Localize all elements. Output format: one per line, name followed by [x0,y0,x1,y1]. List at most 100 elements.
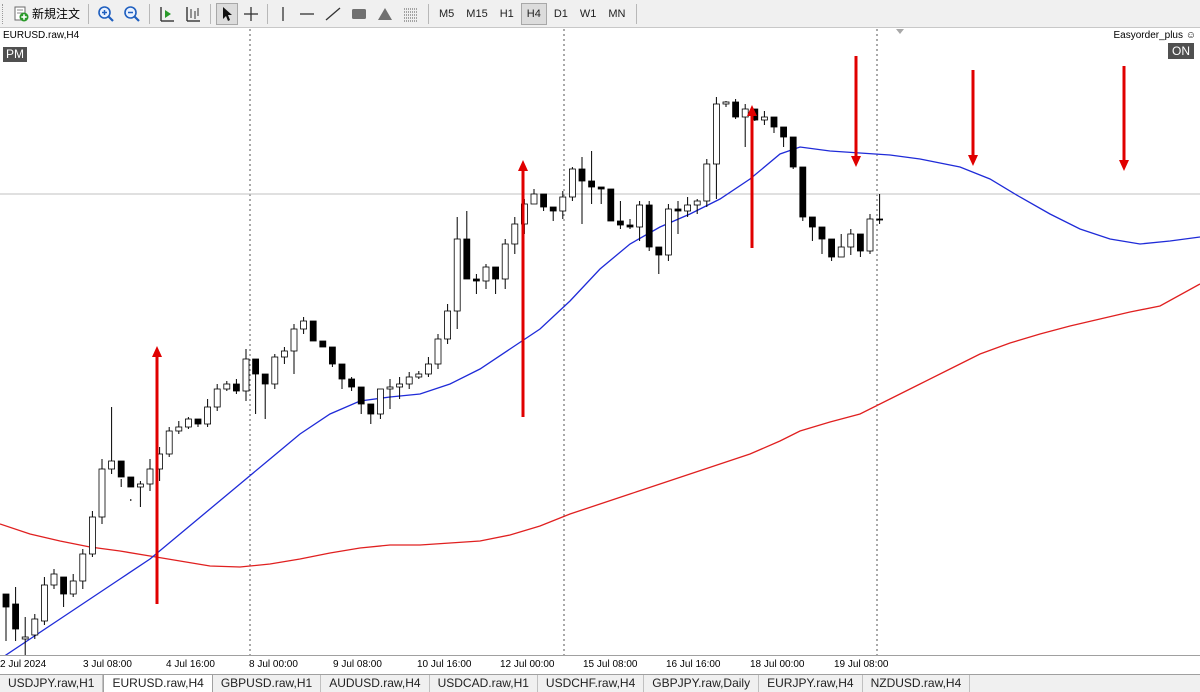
cursor-icon [223,6,233,21]
candle-body [290,328,298,352]
candle [569,167,576,201]
candle [386,379,394,409]
candle-body [136,483,144,488]
candle [290,324,298,374]
chart-tab[interactable]: USDCHF.raw,H4 [538,675,645,692]
auto-scroll-button[interactable] [181,3,205,25]
chart-tab[interactable]: EURUSD.raw,H4 [103,675,213,692]
price-chart[interactable] [0,29,1200,655]
candle [761,111,768,125]
candle-body [578,168,586,182]
candle [655,246,663,274]
trendline-tool-button[interactable] [321,3,345,25]
candle-body [79,553,87,582]
chart-tab[interactable]: AUDUSD.raw,H4 [321,675,430,692]
new-order-button[interactable]: 新規注文 [10,3,83,25]
candle [117,460,125,487]
candle [2,593,10,641]
chart-tab[interactable]: GBPJPY.raw,Daily [644,675,760,692]
candle [223,381,231,391]
candle-body [117,460,125,478]
new-order-icon [14,6,29,21]
candle-body [328,346,336,365]
candle [741,104,749,147]
chart-shift-button[interactable] [155,3,179,25]
candle [146,459,154,491]
candle [136,481,144,507]
candle-body [252,358,260,375]
timeframe-mn[interactable]: MN [603,3,630,25]
candle [703,159,711,207]
candle [818,226,826,254]
chart-tab[interactable]: USDCAD.raw,H1 [430,675,538,692]
horizontal-line-tool-button[interactable] [295,3,319,25]
chart-window[interactable]: EURUSD.raw,H4 PM Easyorder_plus ☺ ON 2 J… [0,29,1200,674]
candle [463,211,471,280]
ea-status-badge[interactable]: ON [1168,43,1194,59]
candle-body [866,218,874,252]
rectangle-tool-button[interactable] [347,3,371,25]
candle-body [21,636,29,640]
candle [482,264,490,289]
date-label: 2 Jul 2024 [0,659,47,670]
ma-slow-line [0,283,1200,568]
candle [69,574,77,597]
candle-body [789,136,797,168]
zoom-out-button[interactable] [120,3,144,25]
candle-body [617,220,624,226]
chart-tab[interactable]: GBPUSD.raw,H1 [213,675,322,692]
annotation-arrows [152,56,1129,604]
candle-body [300,320,308,330]
candle [809,216,816,241]
candle-body [108,460,115,470]
chart-tab[interactable]: NZDUSD.raw,H4 [863,675,971,692]
zoom-in-icon [98,5,114,22]
candle [60,576,67,607]
fibonacci-tool-button[interactable] [399,3,423,25]
candle-body [424,363,432,375]
crosshair-tool-button[interactable] [240,3,262,25]
zoom-in-button[interactable] [94,3,118,25]
timeframe-h1[interactable]: H1 [495,3,519,25]
chart-tab[interactable]: USDJPY.raw,H1 [0,675,104,692]
candle [770,116,778,133]
candle-body [98,468,106,518]
zoom-out-icon [124,5,140,22]
candle [108,407,115,474]
timeframe-w1[interactable]: W1 [575,3,602,25]
candle [405,372,413,389]
toolbar-separator [428,3,430,24]
candle-body [665,208,672,256]
candle [31,614,39,639]
vertical-line-tool-button[interactable] [273,3,293,25]
session-badge: PM [3,47,27,62]
candle-body [232,383,240,392]
chart-shift-marker[interactable] [896,29,904,34]
toolbar-separator [635,3,637,24]
candle-body [713,103,720,165]
candle [674,201,682,234]
timeframe-m5[interactable]: M5 [434,3,459,25]
timeframe-h4[interactable]: H4 [520,2,547,25]
ma-fast-line [4,146,1200,655]
candle [261,373,269,419]
timeframe-d1[interactable]: D1 [549,3,573,25]
candle-body [367,403,375,415]
candle-body [530,193,538,205]
candle [857,233,864,257]
date-axis: 2 Jul 2024 3 Jul 08:00 4 Jul 16:00 8 Jul… [0,655,1200,675]
chart-tab[interactable]: EURJPY.raw,H4 [759,675,863,692]
triangle-tool-button[interactable] [373,3,397,25]
candle-body [69,580,77,595]
candle [789,136,797,169]
toolbar-separator [267,3,269,24]
cursor-tool-button[interactable] [216,2,239,25]
candle [376,388,384,419]
candle-body [165,430,173,455]
crosshair-icon [244,6,259,21]
timeframe-m15[interactable]: M15 [461,3,492,25]
candle [424,357,432,377]
expert-advisor-name: Easyorder_plus [1113,30,1183,41]
date-label: 12 Jul 00:00 [500,659,555,670]
toolbar-grip[interactable] [2,3,6,24]
